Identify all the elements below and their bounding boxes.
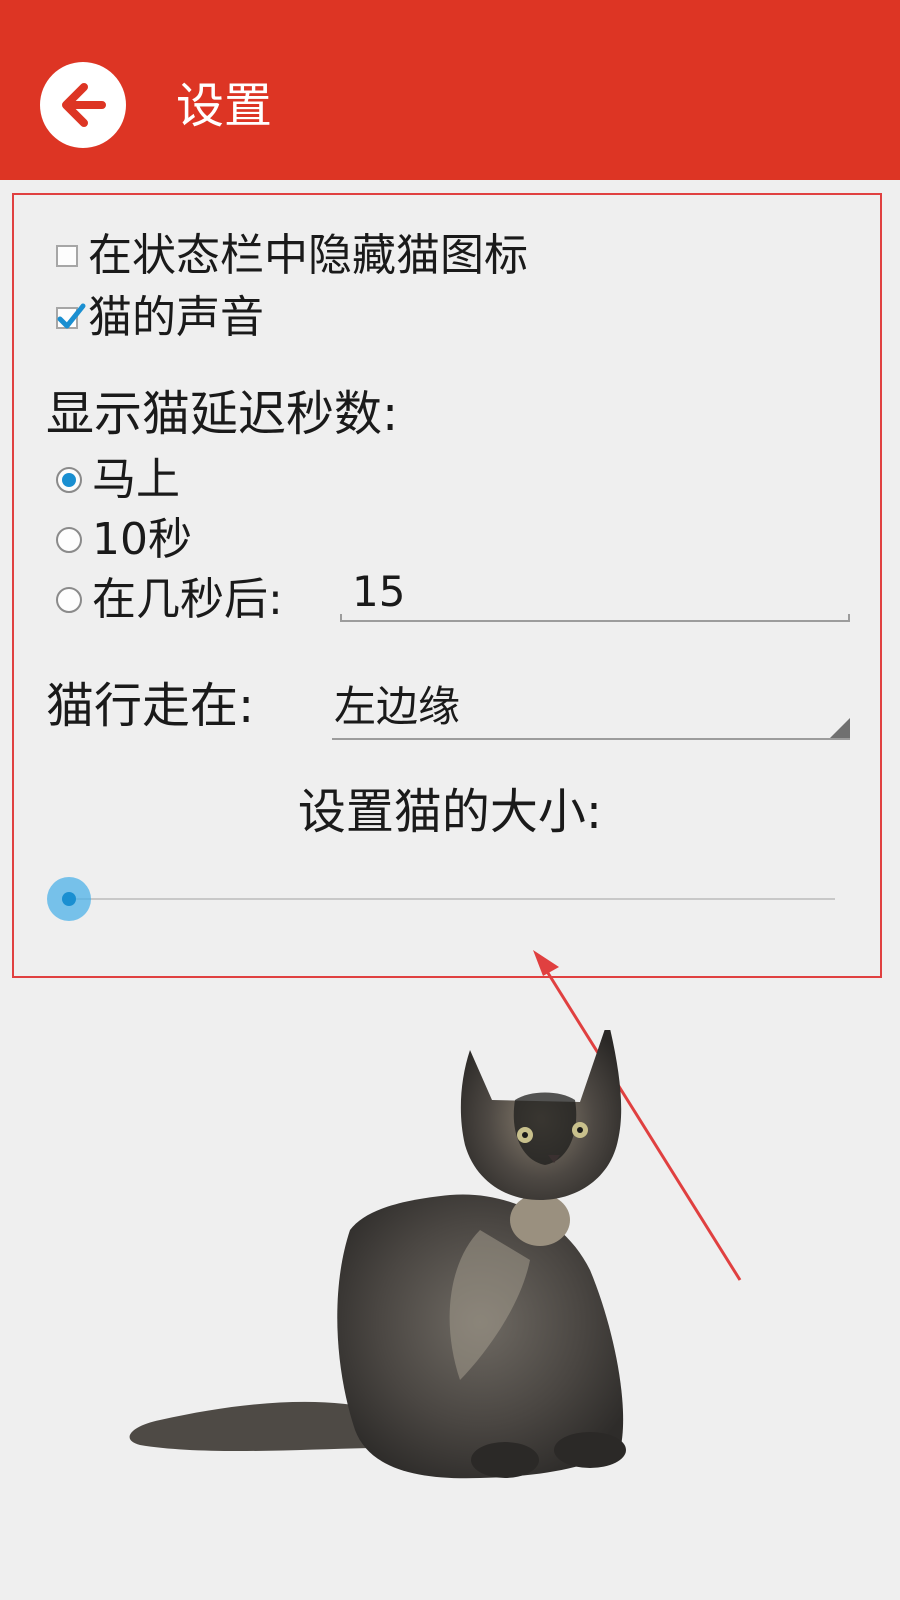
delay-option-immediately[interactable]: 马上 [56, 450, 180, 510]
slider-thumb-core [62, 892, 76, 906]
walk-edge-label: 猫行走在: [46, 678, 255, 734]
hide-icon-label: 在状态栏中隐藏猫图标 [88, 230, 528, 281]
arrow-left-icon [62, 83, 106, 127]
hide-icon-option[interactable]: 在状态栏中隐藏猫图标 [56, 226, 528, 286]
back-button[interactable] [40, 62, 126, 148]
delay-option-label: 在几秒后: [92, 574, 283, 625]
custom-seconds-input[interactable] [340, 562, 850, 622]
delay-section-label: 显示猫延迟秒数: [46, 386, 399, 442]
delay-radio-immediately[interactable] [56, 467, 82, 493]
cat-image [129, 1030, 626, 1479]
delay-option-label: 10秒 [92, 514, 192, 565]
cat-sound-option[interactable]: 猫的声音 [56, 288, 264, 348]
app-bar: 设置 [0, 0, 900, 180]
cat-sound-label: 猫的声音 [88, 292, 264, 343]
cat-sound-checkbox[interactable] [56, 303, 86, 329]
input-edge-mark [340, 614, 342, 622]
checkmark-icon [57, 303, 86, 329]
page-title: 设置 [176, 78, 273, 134]
delay-radio-custom[interactable] [56, 587, 82, 613]
delay-option-10s[interactable]: 10秒 [56, 510, 192, 570]
input-edge-mark [848, 614, 850, 622]
cat-size-slider-thumb[interactable] [47, 877, 91, 921]
delay-radio-10s[interactable] [56, 527, 82, 553]
dropdown-triangle-icon [830, 718, 850, 738]
delay-option-label: 马上 [92, 454, 180, 505]
cat-size-label: 设置猫的大小: [297, 784, 603, 840]
walk-edge-dropdown[interactable]: 左边缘 [332, 676, 850, 740]
cat-size-slider-track[interactable] [70, 898, 835, 900]
walk-edge-value: 左边缘 [334, 682, 461, 731]
hide-icon-checkbox[interactable] [56, 245, 78, 267]
delay-option-custom[interactable]: 在几秒后: [56, 570, 283, 630]
